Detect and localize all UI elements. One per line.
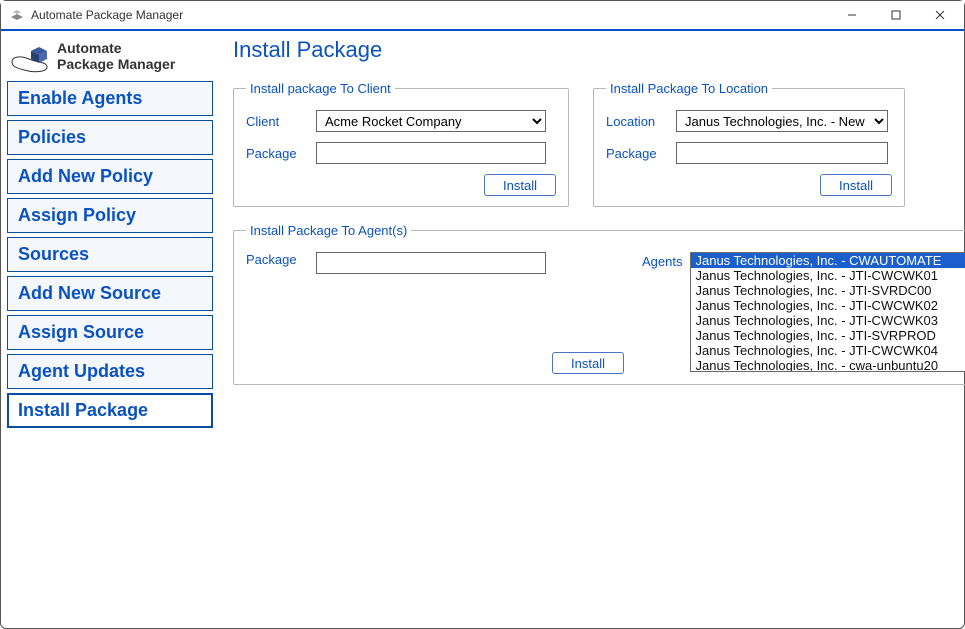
client-package-label: Package <box>246 146 316 161</box>
nav-item-assign-policy[interactable]: Assign Policy <box>7 198 213 233</box>
brand: Automate Package Manager <box>7 35 213 81</box>
brand-logo-icon <box>9 37 51 75</box>
agents-package-input[interactable] <box>316 252 546 274</box>
nav-item-agent-updates[interactable]: Agent Updates <box>7 354 213 389</box>
location-package-label: Package <box>606 146 676 161</box>
client-select[interactable]: Acme Rocket Company <box>316 110 546 132</box>
nav-item-assign-source[interactable]: Assign Source <box>7 315 213 350</box>
group-install-agents: Install Package To Agent(s) Package Inst… <box>233 223 965 385</box>
brand-text: Automate Package Manager <box>57 40 175 72</box>
agent-option[interactable]: Janus Technologies, Inc. - CWAUTOMATE <box>691 253 965 268</box>
install-location-button[interactable]: Install <box>820 174 892 196</box>
install-agents-button[interactable]: Install <box>552 352 624 374</box>
group-install-client: Install package To Client Client Acme Ro… <box>233 81 569 207</box>
sidebar: Automate Package Manager Enable Agents Po… <box>7 35 213 622</box>
main: Install Package Install package To Clien… <box>233 35 965 622</box>
client-package-input[interactable] <box>316 142 546 164</box>
agent-option[interactable]: Janus Technologies, Inc. - JTI-CWCWK02 <box>691 298 965 313</box>
agent-option[interactable]: Janus Technologies, Inc. - JTI-CWCWK04 <box>691 343 965 358</box>
group-install-agents-legend: Install Package To Agent(s) <box>246 223 411 238</box>
agent-option[interactable]: Janus Technologies, Inc. - JTI-CWCWK03 <box>691 313 965 328</box>
agents-package-label: Package <box>246 252 316 274</box>
location-label: Location <box>606 114 676 129</box>
nav-item-enable-agents[interactable]: Enable Agents <box>7 81 213 116</box>
location-select[interactable]: Janus Technologies, Inc. - New Com <box>676 110 888 132</box>
app-icon <box>9 7 25 23</box>
client-label: Client <box>246 114 316 129</box>
nav-item-add-new-policy[interactable]: Add New Policy <box>7 159 213 194</box>
group-install-location-legend: Install Package To Location <box>606 81 772 96</box>
agent-option[interactable]: Janus Technologies, Inc. - JTI-SVRPROD <box>691 328 965 343</box>
nav-item-sources[interactable]: Sources <box>7 237 213 272</box>
minimize-button[interactable] <box>830 1 874 29</box>
agents-listbox[interactable]: Janus Technologies, Inc. - CWAUTOMATEJan… <box>690 252 965 372</box>
agent-option[interactable]: Janus Technologies, Inc. - JTI-SVRDC00 <box>691 283 965 298</box>
brand-line2: Package Manager <box>57 56 175 72</box>
agent-option[interactable]: Janus Technologies, Inc. - JTI-CWCWK01 <box>691 268 965 283</box>
agent-option[interactable]: Janus Technologies, Inc. - cwa-unbuntu20 <box>691 358 965 372</box>
group-install-client-legend: Install package To Client <box>246 81 395 96</box>
brand-line1: Automate <box>57 40 175 56</box>
location-package-input[interactable] <box>676 142 888 164</box>
close-button[interactable] <box>918 1 962 29</box>
nav-item-add-new-source[interactable]: Add New Source <box>7 276 213 311</box>
nav-item-install-package[interactable]: Install Package <box>7 393 213 428</box>
group-install-location: Install Package To Location Location Jan… <box>593 81 905 207</box>
window-titlebar: Automate Package Manager <box>1 1 964 31</box>
nav: Enable Agents Policies Add New Policy Assig… <box>7 81 213 428</box>
install-client-button[interactable]: Install <box>484 174 556 196</box>
window-title: Automate Package Manager <box>31 8 830 22</box>
page-title: Install Package <box>233 37 965 63</box>
maximize-button[interactable] <box>874 1 918 29</box>
nav-item-policies[interactable]: Policies <box>7 120 213 155</box>
agents-label: Agents <box>642 252 682 269</box>
